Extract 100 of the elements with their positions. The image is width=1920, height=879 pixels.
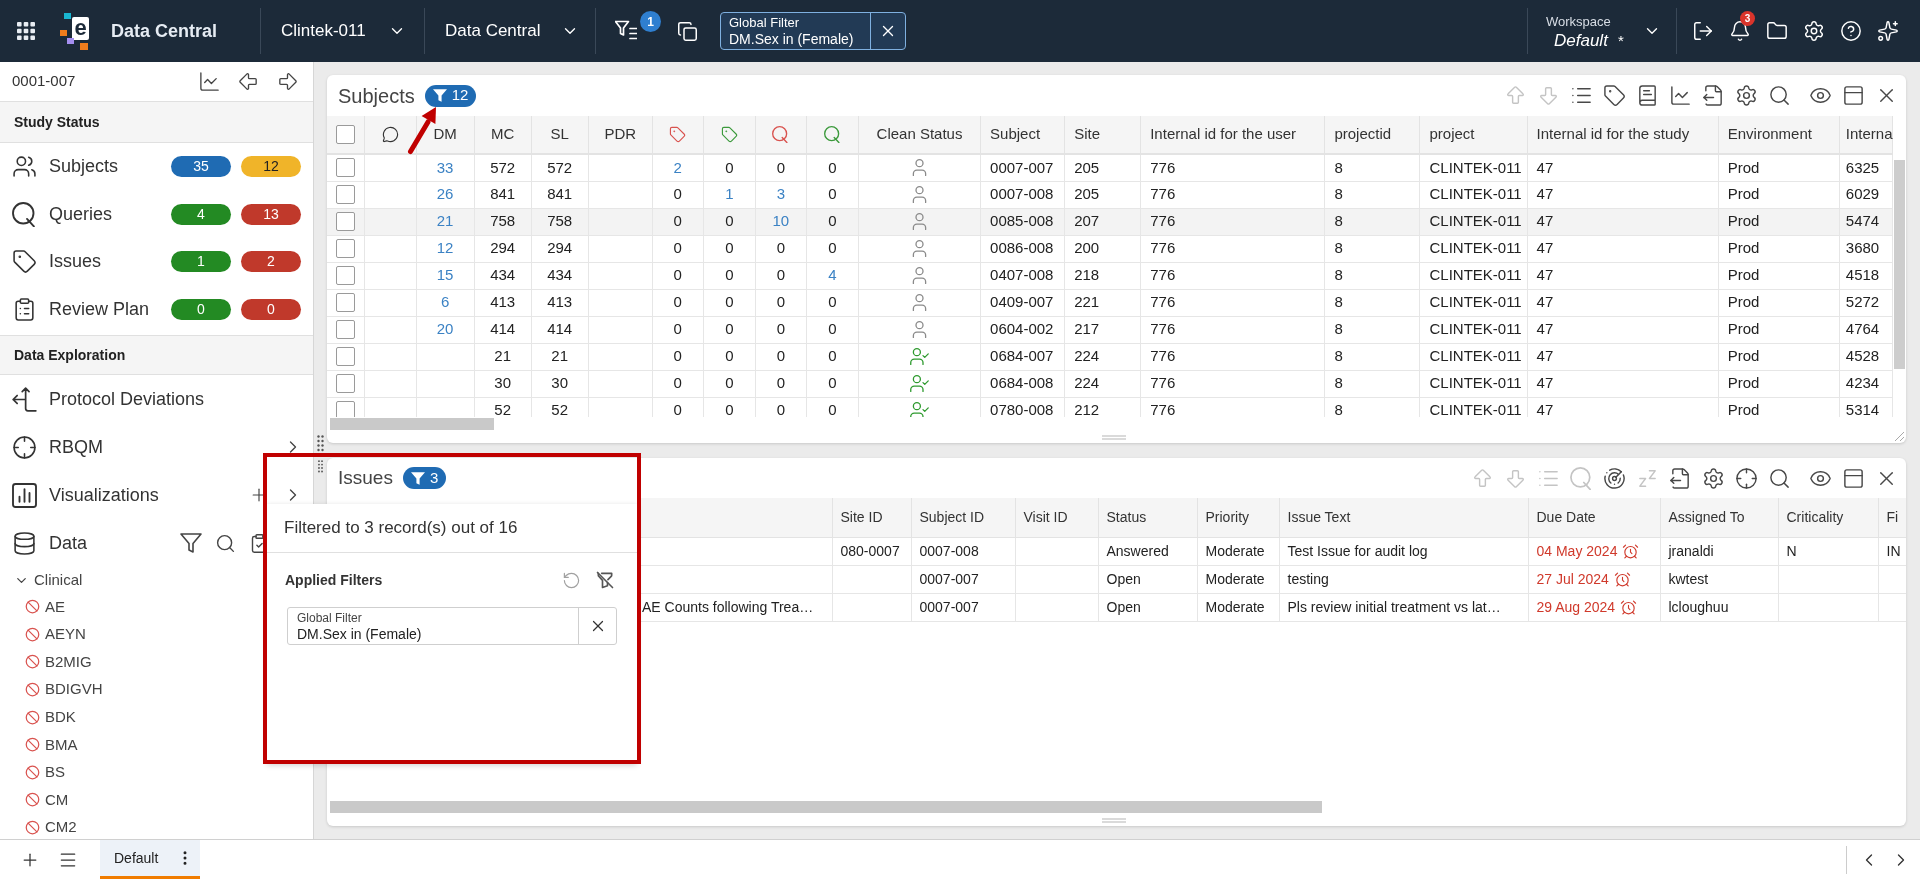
column-header[interactable]: Site xyxy=(1074,126,1100,142)
table-row[interactable]: 33 572 572 2 0 0 0 0007-007 205 776 8 CLINTEK-011 47 Prod 6325 xyxy=(327,154,1893,181)
count-link[interactable]: 6 xyxy=(440,293,450,311)
column-header[interactable]: project xyxy=(1429,126,1475,142)
filter-badge[interactable]: 3 xyxy=(402,467,447,489)
row-checkbox[interactable] xyxy=(335,158,355,178)
export-icon[interactable] xyxy=(1702,84,1725,107)
count-link[interactable]: 2 xyxy=(673,158,682,176)
crosshair-icon[interactable] xyxy=(1735,466,1758,490)
count-link[interactable]: 10 xyxy=(772,212,790,230)
search-icon[interactable] xyxy=(1768,466,1791,490)
column-header[interactable]: Status xyxy=(1098,498,1197,537)
line-chart-icon[interactable] xyxy=(198,70,221,93)
tree-item[interactable]: AE xyxy=(45,595,65,619)
table-row[interactable]: 15 434 434 0 0 0 4 0407-008 218 776 8 CLINTEK-011 47 Prod 4518 xyxy=(327,262,1893,289)
bell-icon[interactable] xyxy=(1729,20,1751,42)
count-link[interactable]: 26 xyxy=(436,185,454,203)
nav-item[interactable]: Data xyxy=(49,529,88,557)
study-dropdown[interactable]: Clintek-011 xyxy=(261,0,424,62)
column-header[interactable]: Fi xyxy=(1878,498,1906,537)
row-checkbox[interactable] xyxy=(335,401,355,417)
row-checkbox[interactable] xyxy=(335,347,355,366)
nav-item[interactable]: Queries xyxy=(49,200,113,228)
scrollbar-thumb[interactable] xyxy=(1894,160,1905,369)
copy-icon[interactable] xyxy=(677,20,698,42)
tree-item[interactable]: AEYN xyxy=(45,623,86,646)
select-all-checkbox[interactable] xyxy=(335,125,355,144)
nav-item[interactable]: Protocol Deviations xyxy=(49,385,205,413)
table-row[interactable]: 26 841 841 0 1 3 0 0007-008 205 776 8 CLINTEK-011 47 Prod 6029 xyxy=(327,181,1893,208)
column-header[interactable]: DM xyxy=(433,126,457,142)
row-checkbox[interactable] xyxy=(335,293,355,312)
settings-icon[interactable] xyxy=(1735,84,1758,107)
column-header[interactable]: Criticality xyxy=(1778,498,1878,537)
filter-badge[interactable]: 12 xyxy=(424,84,477,107)
count-link[interactable]: 15 xyxy=(436,266,454,284)
tag-icon[interactable] xyxy=(1603,84,1626,107)
layout-icon[interactable] xyxy=(1842,466,1865,490)
table-row[interactable]: 6 413 413 0 0 0 0 0409-007 221 776 8 CLINTEK-011 47 Prod 5272 xyxy=(327,289,1893,316)
scrollbar-thumb[interactable] xyxy=(330,801,1322,813)
count-badge[interactable]: 0 xyxy=(171,298,231,320)
help-icon[interactable] xyxy=(1840,20,1862,42)
count-badge[interactable]: 0 xyxy=(241,298,301,320)
book-icon[interactable] xyxy=(1636,84,1659,107)
count-badge[interactable]: 13 xyxy=(241,203,301,225)
count-link[interactable]: 20 xyxy=(436,320,454,338)
nav-item[interactable]: Visualizations xyxy=(49,481,159,509)
filter-off-icon[interactable] xyxy=(595,570,615,590)
count-link[interactable]: 1 xyxy=(725,185,734,203)
tree-item[interactable]: CM xyxy=(45,788,69,812)
arrow-right-icon[interactable] xyxy=(276,70,299,93)
resize-handle-icon[interactable] xyxy=(1102,435,1126,440)
sparkle-icon[interactable] xyxy=(1877,20,1899,42)
column-header[interactable]: Priority xyxy=(1197,498,1279,537)
scrollbar-thumb[interactable] xyxy=(330,418,494,430)
table-row[interactable]: 21 21 0 0 0 0 0684-007 224 776 8 CLINTEK-011 47 Prod 4528 xyxy=(327,343,1893,370)
search-icon[interactable] xyxy=(1768,84,1791,107)
table-row[interactable]: 52 52 0 0 0 0 0780-008 212 776 8 CLINTEK-011 47 Prod 5314 xyxy=(327,397,1893,417)
filter-icon[interactable] xyxy=(180,533,202,553)
drag-handle-icon[interactable] xyxy=(317,435,324,452)
export-icon[interactable] xyxy=(1669,466,1692,490)
tree-item[interactable]: BMA xyxy=(45,733,78,756)
drag-handle-icon[interactable] xyxy=(317,460,324,473)
table-row[interactable]: 30 30 0 0 0 0 0684-008 224 776 8 CLINTEK-011 47 Prod 4234 xyxy=(327,370,1893,397)
row-checkbox[interactable] xyxy=(335,266,355,285)
count-badge[interactable]: 1 xyxy=(171,251,231,273)
row-checkbox[interactable] xyxy=(335,374,355,393)
table-row[interactable]: 12 294 294 0 0 0 0 0086-008 200 776 8 CLINTEK-011 47 Prod 3680 xyxy=(327,235,1893,262)
table-row[interactable]: 20 414 414 0 0 0 0 0604-002 217 776 8 CLINTEK-011 47 Prod 4764 xyxy=(327,316,1893,343)
resize-handle-icon[interactable] xyxy=(1102,818,1126,823)
table-row[interactable]: 21 758 758 0 0 10 0 0085-008 207 776 8 CLINTEK-011 47 Prod 5474 xyxy=(327,208,1893,235)
count-badge[interactable]: 4 xyxy=(171,203,231,225)
workspace-tab[interactable]: Default xyxy=(100,840,200,879)
arrow-left-icon[interactable] xyxy=(237,70,260,93)
count-link[interactable]: 33 xyxy=(436,158,454,176)
count-link[interactable]: 12 xyxy=(436,239,454,257)
tree-item[interactable]: Clinical xyxy=(34,568,83,592)
tree-item[interactable]: BDK xyxy=(45,705,76,729)
module-dropdown[interactable]: Data Central xyxy=(425,0,595,62)
line-chart-icon[interactable] xyxy=(1669,84,1692,107)
count-badge[interactable]: 12 xyxy=(241,156,301,178)
reset-icon[interactable] xyxy=(562,570,581,590)
column-header[interactable]: SL xyxy=(550,126,569,142)
tree-item[interactable]: B2MIG xyxy=(45,650,92,674)
nav-item[interactable]: RBQM xyxy=(49,433,103,461)
column-header[interactable]: Due Date xyxy=(1528,498,1660,537)
tree-item[interactable]: BDIGVH xyxy=(45,678,103,701)
radar-icon[interactable] xyxy=(1603,466,1626,490)
count-link[interactable]: 4 xyxy=(828,266,837,284)
count-link[interactable]: 3 xyxy=(776,185,786,203)
tree-item[interactable]: BS xyxy=(45,761,65,784)
column-header[interactable]: Visit ID xyxy=(1015,498,1098,537)
row-checkbox[interactable] xyxy=(335,239,355,258)
column-header[interactable]: Issue Text xyxy=(1279,498,1528,537)
column-header[interactable]: MC xyxy=(491,126,515,142)
settings-icon[interactable] xyxy=(1803,20,1825,42)
count-badge[interactable]: 35 xyxy=(171,156,231,178)
nav-item[interactable]: Review Plan xyxy=(49,295,150,323)
layout-icon[interactable] xyxy=(1842,84,1865,107)
row-checkbox[interactable] xyxy=(335,212,355,231)
nav-item[interactable]: Issues xyxy=(49,248,102,276)
